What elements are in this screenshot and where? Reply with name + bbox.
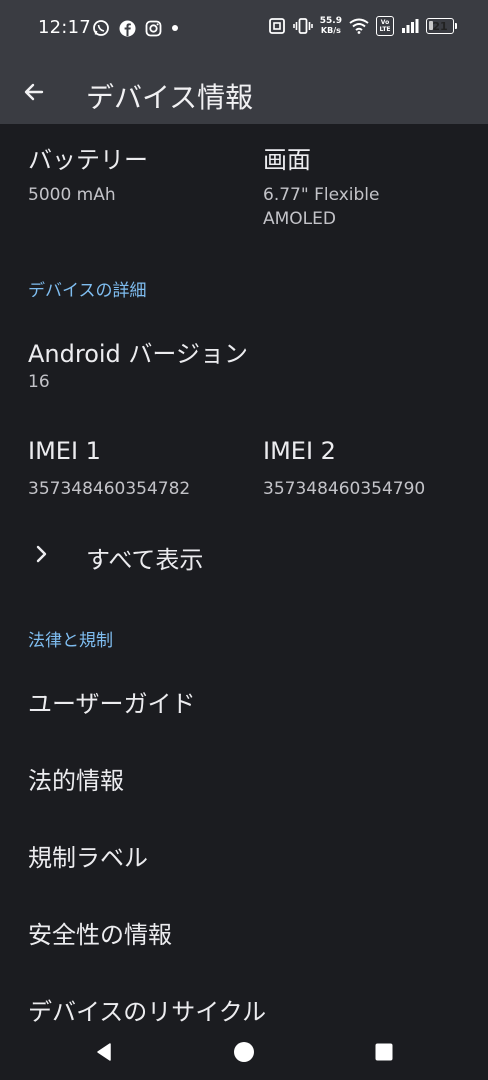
volte-top-text: Vo	[380, 19, 390, 26]
chevron-right-icon	[36, 545, 47, 563]
section-header-device-details: デバイスの詳細	[28, 281, 147, 301]
instagram-icon	[145, 20, 162, 37]
status-time: 12:17	[38, 17, 91, 38]
signal-strength-icon	[401, 18, 419, 34]
battery-value: 5000 mAh	[28, 185, 116, 205]
show-all-label: すべて表示	[86, 546, 204, 574]
vibrate-icon	[292, 17, 313, 35]
android-version-title: Android バージョン	[28, 340, 248, 368]
status-bar: 12:17 55.9 KB/s Vo LTE 21	[0, 0, 488, 58]
volte-badge: Vo LTE	[376, 16, 394, 36]
wifi-icon	[349, 18, 369, 34]
navigation-bar	[0, 1024, 488, 1080]
device-info-list[interactable]: バッテリー 5000 mAh 画面 6.77" Flexible AMOLED …	[0, 124, 488, 1024]
imei1-item[interactable]: IMEI 1 357348460354782	[0, 429, 244, 503]
circle-home-icon	[234, 1042, 254, 1062]
facebook-icon	[119, 20, 136, 37]
legal-item-label: 法的情報	[28, 767, 124, 795]
back-button[interactable]	[18, 76, 50, 108]
nfc-icon	[268, 17, 286, 35]
page-title: デバイス情報	[86, 81, 254, 114]
show-all-button[interactable]: すべて表示	[0, 526, 488, 586]
imei1-title: IMEI 1	[28, 437, 101, 465]
whatsapp-icon	[92, 19, 110, 37]
legal-item-label: 安全性の情報	[28, 921, 172, 949]
network-speed: 55.9 KB/s	[319, 16, 342, 36]
imei2-title: IMEI 2	[263, 437, 336, 465]
legal-item-label: ユーザーガイド	[28, 690, 196, 718]
android-version-item[interactable]: Android バージョン 16	[0, 324, 488, 404]
imei1-value: 357348460354782	[28, 479, 191, 499]
imei2-value: 357348460354790	[263, 479, 426, 499]
legal-item-safety-info[interactable]: 安全性の情報	[0, 903, 488, 963]
more-notifications-dot-icon	[171, 24, 179, 32]
battery-level: 21	[432, 19, 448, 33]
app-bar: デバイス情報	[0, 58, 488, 124]
screen-item: 画面 6.77" Flexible AMOLED	[263, 140, 473, 231]
system-status-icons: 55.9 KB/s Vo LTE 21	[268, 16, 457, 36]
legal-item-regulatory-labels[interactable]: 規制ラベル	[0, 826, 488, 886]
android-version-value: 16	[28, 372, 50, 392]
nav-back-button[interactable]	[90, 1038, 118, 1066]
battery-title: バッテリー	[28, 146, 148, 174]
battery-icon: 21	[426, 18, 457, 34]
legal-item-label: デバイスのリサイクル	[28, 998, 267, 1024]
section-header-legal: 法律と規制	[28, 631, 113, 651]
legal-item-device-recycling[interactable]: デバイスのリサイクル	[0, 980, 488, 1024]
legal-item-user-guide[interactable]: ユーザーガイド	[0, 672, 488, 732]
battery-item: バッテリー 5000 mAh	[28, 140, 248, 207]
screen-value-line2: AMOLED	[263, 209, 336, 229]
legal-item-legal-info[interactable]: 法的情報	[0, 749, 488, 809]
square-recents-icon	[375, 1043, 393, 1061]
network-speed-value: 55.9	[319, 16, 342, 26]
screen-value-line1: 6.77" Flexible	[263, 185, 380, 205]
screen-title: 画面	[263, 146, 311, 174]
volte-bottom-text: LTE	[379, 26, 391, 33]
imei2-item[interactable]: IMEI 2 357348460354790	[244, 429, 488, 503]
nav-home-button[interactable]	[230, 1038, 258, 1066]
triangle-back-icon	[97, 1043, 111, 1061]
nav-recents-button[interactable]	[370, 1038, 398, 1066]
legal-item-label: 規制ラベル	[28, 844, 148, 872]
arrow-left-icon	[24, 83, 44, 101]
network-speed-unit: KB/s	[320, 26, 341, 35]
notification-icons	[92, 19, 179, 37]
